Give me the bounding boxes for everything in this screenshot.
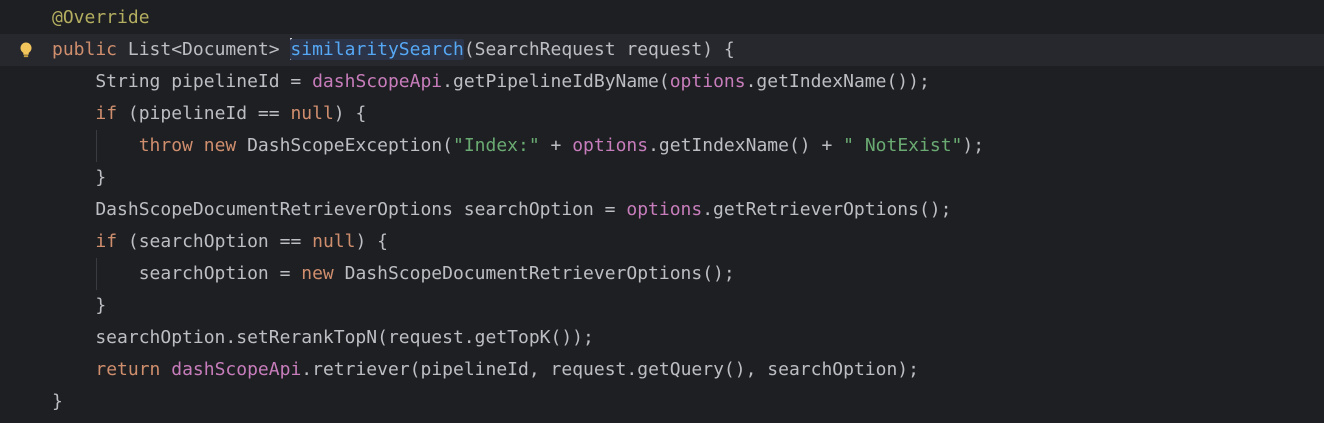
code-token: + (539, 135, 573, 156)
code-token: null (312, 231, 356, 252)
code-token: if (95, 231, 118, 252)
code-token: DashScopeDocumentRetrieverOptions(); (333, 263, 735, 284)
code-line-text: if (pipelineId == null) { (52, 98, 366, 130)
code-token: new (301, 263, 334, 284)
code-line-text: } (52, 162, 106, 194)
code-token: List<Document> (117, 39, 291, 60)
code-line-text: searchOption.setRerankTopN(request.getTo… (52, 322, 594, 354)
code-token: new (203, 135, 237, 156)
code-token: if (95, 103, 118, 124)
code-token: return (95, 359, 161, 380)
code-token: ) { (355, 231, 388, 252)
code-line[interactable]: if (pipelineId == null) { (0, 98, 1324, 130)
code-token: .getIndexName() + (648, 135, 844, 156)
code-line[interactable]: searchOption = new DashScopeDocumentRetr… (0, 258, 1324, 290)
code-line[interactable]: return dashScopeApi.retriever(pipelineId… (0, 354, 1324, 386)
code-token: options (572, 135, 649, 156)
code-token: throw (138, 135, 193, 156)
code-token: DashScopeException( (236, 135, 453, 156)
code-line[interactable]: DashScopeDocumentRetrieverOptions search… (0, 194, 1324, 226)
code-line-text: } (52, 386, 63, 418)
code-token: .retriever(pipelineId, request.getQuery(… (301, 359, 919, 380)
code-token: null (290, 103, 334, 124)
code-line-text: if (searchOption == null) { (52, 226, 388, 258)
code-token: "Index:" (453, 135, 540, 156)
code-token: .getPipelineIdByName( (442, 71, 670, 92)
code-token: options (669, 71, 746, 92)
code-line-text: String pipelineId = dashScopeApi.getPipe… (52, 66, 930, 98)
code-line[interactable]: } (0, 290, 1324, 322)
code-token: } (52, 295, 107, 316)
code-token: (searchOption == (117, 231, 313, 252)
code-line-text: throw new DashScopeException("Index:" + … (52, 130, 984, 162)
code-line[interactable]: @Override (0, 2, 1324, 34)
code-token: public (52, 39, 118, 60)
code-token: " NotExist" (843, 135, 963, 156)
code-line[interactable]: throw new DashScopeException("Index:" + … (0, 130, 1324, 162)
code-token: String pipelineId = (52, 71, 313, 92)
code-line-text: @Override (52, 2, 150, 34)
code-line[interactable]: } (0, 386, 1324, 418)
code-token: @Override (52, 7, 150, 28)
code-line-text: DashScopeDocumentRetrieverOptions search… (52, 194, 951, 226)
code-token: ); (962, 135, 985, 156)
code-line[interactable]: searchOption.setRerankTopN(request.getTo… (0, 322, 1324, 354)
code-line-text: public List<Document> similaritySearch(S… (52, 34, 735, 66)
code-token: .getRetrieverOptions(); (702, 199, 952, 220)
code-token: dashScopeApi (312, 71, 443, 92)
code-token: dashScopeApi (171, 359, 302, 380)
code-line-text: } (52, 290, 106, 322)
code-token: similaritySearch (290, 39, 464, 60)
code-token: } (52, 167, 107, 188)
code-line-text: searchOption = new DashScopeDocumentRetr… (52, 258, 735, 290)
code-line[interactable]: if (searchOption == null) { (0, 226, 1324, 258)
code-editor[interactable]: @Override public List<Document> similarit… (0, 0, 1324, 423)
code-token: DashScopeDocumentRetrieverOptions search… (52, 199, 627, 220)
code-token: } (52, 391, 63, 412)
code-token: (pipelineId == (117, 103, 291, 124)
code-line[interactable]: String pipelineId = dashScopeApi.getPipe… (0, 66, 1324, 98)
code-token: searchOption = (52, 263, 302, 284)
code-token: (SearchRequest request) { (463, 39, 735, 60)
code-line[interactable]: } (0, 162, 1324, 194)
code-token: ) { (333, 103, 367, 124)
code-line-text: return dashScopeApi.retriever(pipelineId… (52, 354, 919, 386)
code-token: .getIndexName()); (745, 71, 930, 92)
code-token: options (626, 199, 703, 220)
lightbulb-icon[interactable] (17, 41, 35, 59)
code-token: searchOption.setRerankTopN(request.getTo… (52, 327, 594, 348)
code-line[interactable]: public List<Document> similaritySearch(S… (0, 34, 1324, 66)
